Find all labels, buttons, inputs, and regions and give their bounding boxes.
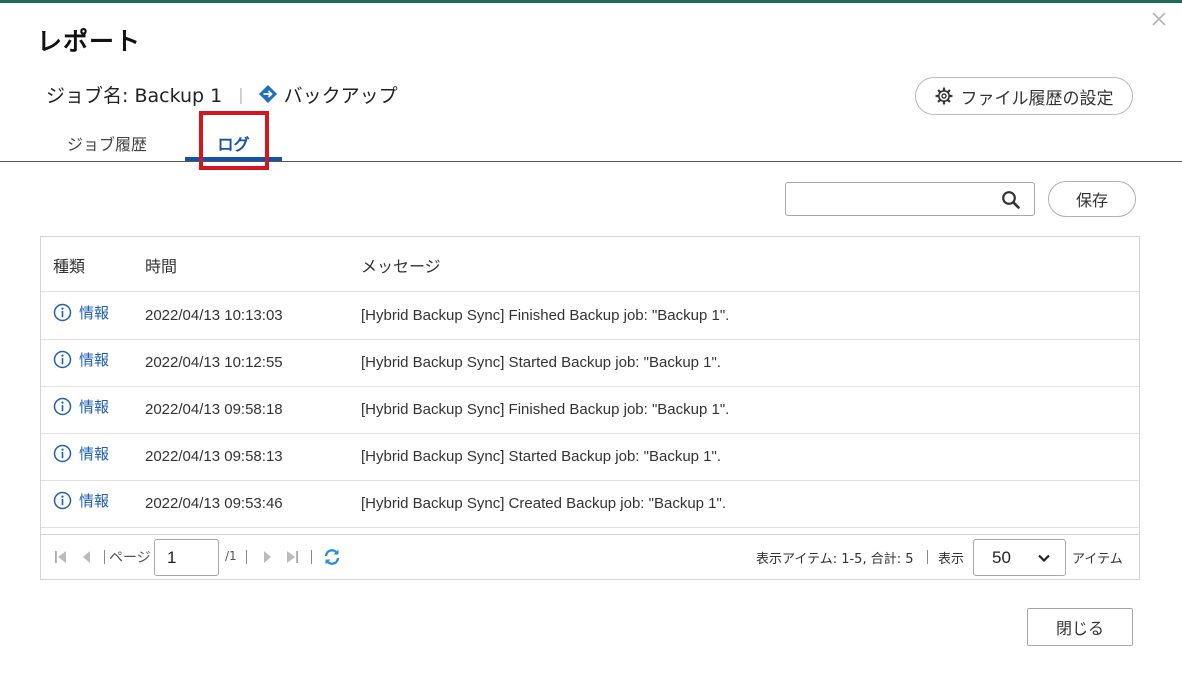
log-message: [Hybrid Backup Sync] Finished Backup job… [361, 307, 730, 324]
diamond-arrow-icon [258, 84, 278, 104]
items-label: アイテム [1072, 552, 1123, 567]
dialog-title: レポート [37, 27, 142, 56]
job-name-label: ジョブ名: Backup 1 [46, 84, 223, 107]
close-button[interactable]: 閉じる [1027, 608, 1133, 646]
file-history-settings-button[interactable]: ファイル履歴の設定 [915, 77, 1133, 115]
next-page-icon[interactable] [259, 549, 275, 565]
items-info: 表示アイテム: 1-5, 合計: 5 [756, 552, 914, 567]
tab-log[interactable]: ログ [185, 125, 282, 161]
log-type-cell[interactable]: 情報 [53, 490, 109, 511]
info-icon [53, 303, 72, 322]
table-header: 種類 時間 メッセージ [41, 237, 1139, 292]
pager-divider [311, 550, 312, 564]
log-type-label: 情報 [79, 492, 110, 510]
last-page-icon[interactable] [284, 549, 300, 565]
top-accent-bar [0, 0, 1182, 3]
log-table: 種類 時間 メッセージ 情報 2022/04/13 10:13:03 [Hybr… [40, 236, 1140, 580]
log-type-cell[interactable]: 情報 [53, 302, 109, 323]
total-pages: /1 [225, 549, 237, 563]
gear-icon [934, 87, 953, 105]
info-icon [53, 397, 72, 416]
chevron-down-icon [1038, 554, 1050, 563]
table-row[interactable]: 情報 2022/04/13 10:13:03 [Hybrid Backup Sy… [41, 293, 1139, 340]
table-row[interactable]: 情報 2022/04/13 09:58:13 [Hybrid Backup Sy… [41, 434, 1139, 481]
info-icon [53, 350, 72, 369]
log-type-cell[interactable]: 情報 [53, 443, 109, 464]
previous-page-icon[interactable] [79, 549, 95, 565]
tab-job-history-label: ジョブ履歴 [66, 135, 147, 154]
pager-divider [246, 550, 247, 564]
log-time: 2022/04/13 09:53:46 [145, 495, 283, 512]
search-icon[interactable] [1001, 190, 1021, 210]
log-message: [Hybrid Backup Sync] Finished Backup job… [361, 401, 730, 418]
log-type-label: 情報 [79, 304, 110, 322]
separator: | [238, 84, 244, 104]
info-icon [53, 491, 72, 510]
search-input[interactable] [794, 184, 994, 214]
pagination-bar: ページ /1 表示アイテム: 1-5, 合計: 5 表示 50 アイテム [41, 534, 1139, 580]
log-time: 2022/04/13 09:58:18 [145, 401, 283, 418]
log-type-label: 情報 [79, 398, 110, 416]
first-page-icon[interactable] [53, 549, 69, 565]
pager-divider [104, 550, 105, 564]
file-history-settings-label: ファイル履歴の設定 [960, 88, 1114, 109]
page-label: ページ [109, 550, 151, 566]
tabs-divider [0, 161, 1182, 162]
log-message: [Hybrid Backup Sync] Started Backup job:… [361, 354, 721, 371]
table-row[interactable]: 情報 2022/04/13 10:12:55 [Hybrid Backup Sy… [41, 340, 1139, 387]
close-icon[interactable] [1148, 8, 1170, 30]
log-message: [Hybrid Backup Sync] Created Backup job:… [361, 495, 727, 512]
save-button[interactable]: 保存 [1048, 181, 1136, 217]
log-message: [Hybrid Backup Sync] Started Backup job:… [361, 448, 721, 465]
table-row[interactable]: 情報 2022/04/13 09:58:18 [Hybrid Backup Sy… [41, 387, 1139, 434]
items-per-page-select[interactable]: 50 [973, 539, 1066, 576]
items-per-page-value: 50 [992, 547, 1011, 567]
job-type-label: バックアップ [283, 84, 398, 107]
log-time: 2022/04/13 10:13:03 [145, 307, 283, 324]
job-info: ジョブ名: Backup 1 | バックアップ [46, 82, 398, 107]
tab-job-history[interactable]: ジョブ履歴 [46, 125, 168, 161]
column-header-message[interactable]: メッセージ [361, 253, 441, 277]
column-header-time[interactable]: 時間 [145, 253, 177, 277]
pager-divider [927, 550, 928, 564]
tab-log-label: ログ [217, 135, 250, 154]
log-time: 2022/04/13 09:58:13 [145, 448, 283, 465]
log-type-label: 情報 [79, 445, 110, 463]
table-row[interactable]: 情報 2022/04/13 09:53:46 [Hybrid Backup Sy… [41, 481, 1139, 528]
info-icon [53, 444, 72, 463]
log-type-cell[interactable]: 情報 [53, 396, 109, 417]
page-number-input[interactable] [154, 539, 219, 576]
search-field[interactable] [785, 182, 1035, 216]
log-type-label: 情報 [79, 351, 110, 369]
column-header-type[interactable]: 種類 [53, 253, 85, 277]
log-type-cell[interactable]: 情報 [53, 349, 109, 370]
show-label: 表示 [938, 552, 965, 567]
refresh-icon[interactable] [323, 548, 341, 566]
log-time: 2022/04/13 10:12:55 [145, 354, 283, 371]
